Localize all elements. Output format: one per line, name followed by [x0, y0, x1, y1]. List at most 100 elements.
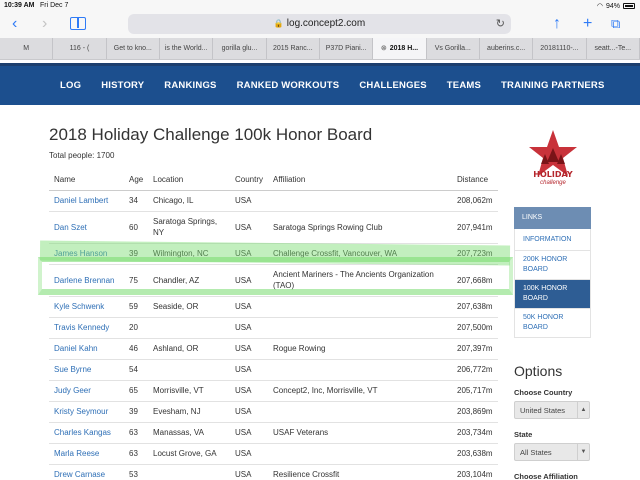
- nav-rankings[interactable]: RANKINGS: [164, 80, 216, 91]
- browser-tab-label: Get to kno...: [113, 45, 152, 52]
- cell-distance: 207,941m: [452, 211, 498, 244]
- cell-affiliation: Concept2, Inc, Morrisville, VT: [268, 380, 452, 402]
- nav-history[interactable]: HISTORY: [101, 80, 144, 91]
- tab-strip: M 116 - ( Get to kno... is the World... gori…: [0, 38, 640, 60]
- nav-training-partners[interactable]: TRAINING PARTNERS: [501, 80, 605, 91]
- browser-tab[interactable]: is the World...: [160, 38, 214, 59]
- battery-icon: [623, 3, 635, 9]
- cell-affiliation: USAF Veterans: [268, 422, 452, 444]
- cell-age: 53: [124, 464, 148, 480]
- col-affiliation[interactable]: Affiliation: [268, 170, 452, 191]
- browser-tab[interactable]: 20181110-...: [533, 38, 587, 59]
- athlete-link[interactable]: Travis Kennedy: [54, 323, 109, 332]
- sidebar-links: LINKS INFORMATION 200K HONOR BOARD 100K HO…: [514, 207, 591, 338]
- cell-affiliation: [268, 190, 452, 212]
- browser-tab[interactable]: 116 - (: [53, 38, 107, 59]
- browser-tab[interactable]: M: [0, 38, 54, 59]
- bookmarks-icon[interactable]: [70, 17, 86, 30]
- share-icon[interactable]: ↑: [553, 15, 561, 33]
- browser-tab[interactable]: Get to kno...: [107, 38, 160, 59]
- athlete-link[interactable]: Kyle Schwenk: [54, 302, 104, 311]
- sidebar-item-200k-honor-board[interactable]: 200K HONOR BOARD: [514, 251, 591, 280]
- nav-ranked-workouts[interactable]: RANKED WORKOUTS: [237, 80, 340, 91]
- browser-tab[interactable]: 2015 Ranc...: [267, 38, 320, 59]
- cell-age: 34: [124, 190, 148, 212]
- athlete-link[interactable]: Charles Kangas: [54, 428, 111, 437]
- sidebar-item-100k-honor-board[interactable]: 100K HONOR BOARD: [514, 280, 591, 309]
- address-bar[interactable]: 🔒 log.concept2.com ↻: [128, 14, 511, 34]
- browser-tab[interactable]: ⊗ 2018 H...: [373, 38, 427, 59]
- cell-location: Locust Grove, GA: [148, 443, 230, 465]
- sidebar-item-information[interactable]: INFORMATION: [514, 229, 591, 251]
- links-header: LINKS: [514, 207, 591, 229]
- col-name[interactable]: Name: [49, 170, 124, 191]
- nav-log[interactable]: LOG: [60, 80, 81, 91]
- browser-tab-label: gorilla glu...: [221, 45, 258, 52]
- state-select[interactable]: All States ▼: [514, 443, 590, 461]
- athlete-link[interactable]: Drew Carnase: [54, 470, 105, 479]
- cell-age: 63: [124, 422, 148, 444]
- browser-tab[interactable]: seatt...-Te...: [587, 38, 640, 59]
- athlete-link[interactable]: Dan Szet: [54, 223, 87, 232]
- browser-toolbar: ‹ › 🔒 log.concept2.com ↻ ↑ + ⧉: [0, 12, 640, 38]
- cell-country: USA: [230, 443, 268, 465]
- tabs-overview-icon[interactable]: ⧉: [611, 15, 620, 33]
- cell-location: [148, 359, 230, 381]
- cell-affiliation: [268, 401, 452, 423]
- athlete-link[interactable]: Daniel Lambert: [54, 196, 108, 205]
- table-header-row: Name Age Location Country Affiliation Di…: [49, 170, 498, 191]
- close-tab-icon[interactable]: ⊗: [381, 45, 387, 52]
- cell-location: Seaside, OR: [148, 296, 230, 318]
- browser-tab[interactable]: P37D Piani...: [320, 38, 374, 59]
- cell-age: 20: [124, 317, 148, 339]
- cell-country: USA: [230, 359, 268, 381]
- cell-affiliation: [268, 359, 452, 381]
- athlete-link[interactable]: Kristy Seymour: [54, 407, 108, 416]
- col-distance[interactable]: Distance: [452, 170, 498, 191]
- athlete-link[interactable]: Marla Reese: [54, 449, 99, 458]
- cell-country: USA: [230, 296, 268, 318]
- chevron-down-icon: ▼: [577, 444, 589, 460]
- forward-icon[interactable]: ›: [42, 15, 47, 33]
- browser-tab[interactable]: Vs Gorilla...: [427, 38, 480, 59]
- col-location[interactable]: Location: [148, 170, 230, 191]
- athlete-link[interactable]: Sue Byrne: [54, 365, 91, 374]
- athlete-link[interactable]: Daniel Kahn: [54, 344, 98, 353]
- cell-location: Chicago, IL: [148, 190, 230, 212]
- browser-tab[interactable]: gorilla glu...: [213, 38, 267, 59]
- table-row: Kyle Schwenk 59 Seaside, OR USA 207,638m: [49, 296, 498, 318]
- cell-age: 59: [124, 296, 148, 318]
- cell-distance: 203,104m: [452, 464, 498, 480]
- table-row: Drew Carnase 53 USA Resilience Crossfit 203,…: [49, 464, 498, 480]
- cell-name: Sue Byrne: [49, 359, 124, 381]
- browser-tab-label: Vs Gorilla...: [434, 45, 471, 52]
- cell-country: USA: [230, 338, 268, 360]
- logo-text-challenge: challenge: [540, 180, 566, 186]
- new-tab-icon[interactable]: +: [583, 15, 592, 33]
- nav-challenges[interactable]: CHALLENGES: [359, 80, 426, 91]
- col-age[interactable]: Age: [124, 170, 148, 191]
- cell-distance: 207,397m: [452, 338, 498, 360]
- honor-board-table: Name Age Location Country Affiliation Di…: [49, 170, 498, 480]
- cell-age: 39: [124, 401, 148, 423]
- athlete-link[interactable]: Judy Geer: [54, 386, 91, 395]
- state-label: State: [514, 430, 533, 439]
- table-row: Kristy Seymour 39 Evesham, NJ USA 203,869m: [49, 401, 498, 423]
- browser-tab-label: 2015 Ranc...: [272, 45, 313, 52]
- sidebar-item-50k-honor-board[interactable]: 50K HONOR BOARD: [514, 309, 591, 338]
- cell-distance: 203,734m: [452, 422, 498, 444]
- col-country[interactable]: Country: [230, 170, 268, 191]
- cell-location: Ashland, OR: [148, 338, 230, 360]
- cell-location: [148, 464, 230, 480]
- site-navbar: LOG HISTORY RANKINGS RANKED WORKOUTS CHALLEN…: [0, 63, 640, 105]
- reload-icon[interactable]: ↻: [496, 14, 505, 34]
- choose-country-label: Choose Country: [514, 388, 573, 397]
- browser-tab-label: 116 - (: [69, 45, 90, 52]
- nav-teams[interactable]: TEAMS: [447, 80, 481, 91]
- browser-tab[interactable]: auberins.c...: [480, 38, 534, 59]
- country-select[interactable]: United States ▲: [514, 401, 590, 419]
- table-row: Sue Byrne 54 USA 206,772m: [49, 359, 498, 381]
- back-icon[interactable]: ‹: [12, 15, 17, 33]
- cell-location: [148, 317, 230, 339]
- cell-name: Drew Carnase: [49, 464, 124, 480]
